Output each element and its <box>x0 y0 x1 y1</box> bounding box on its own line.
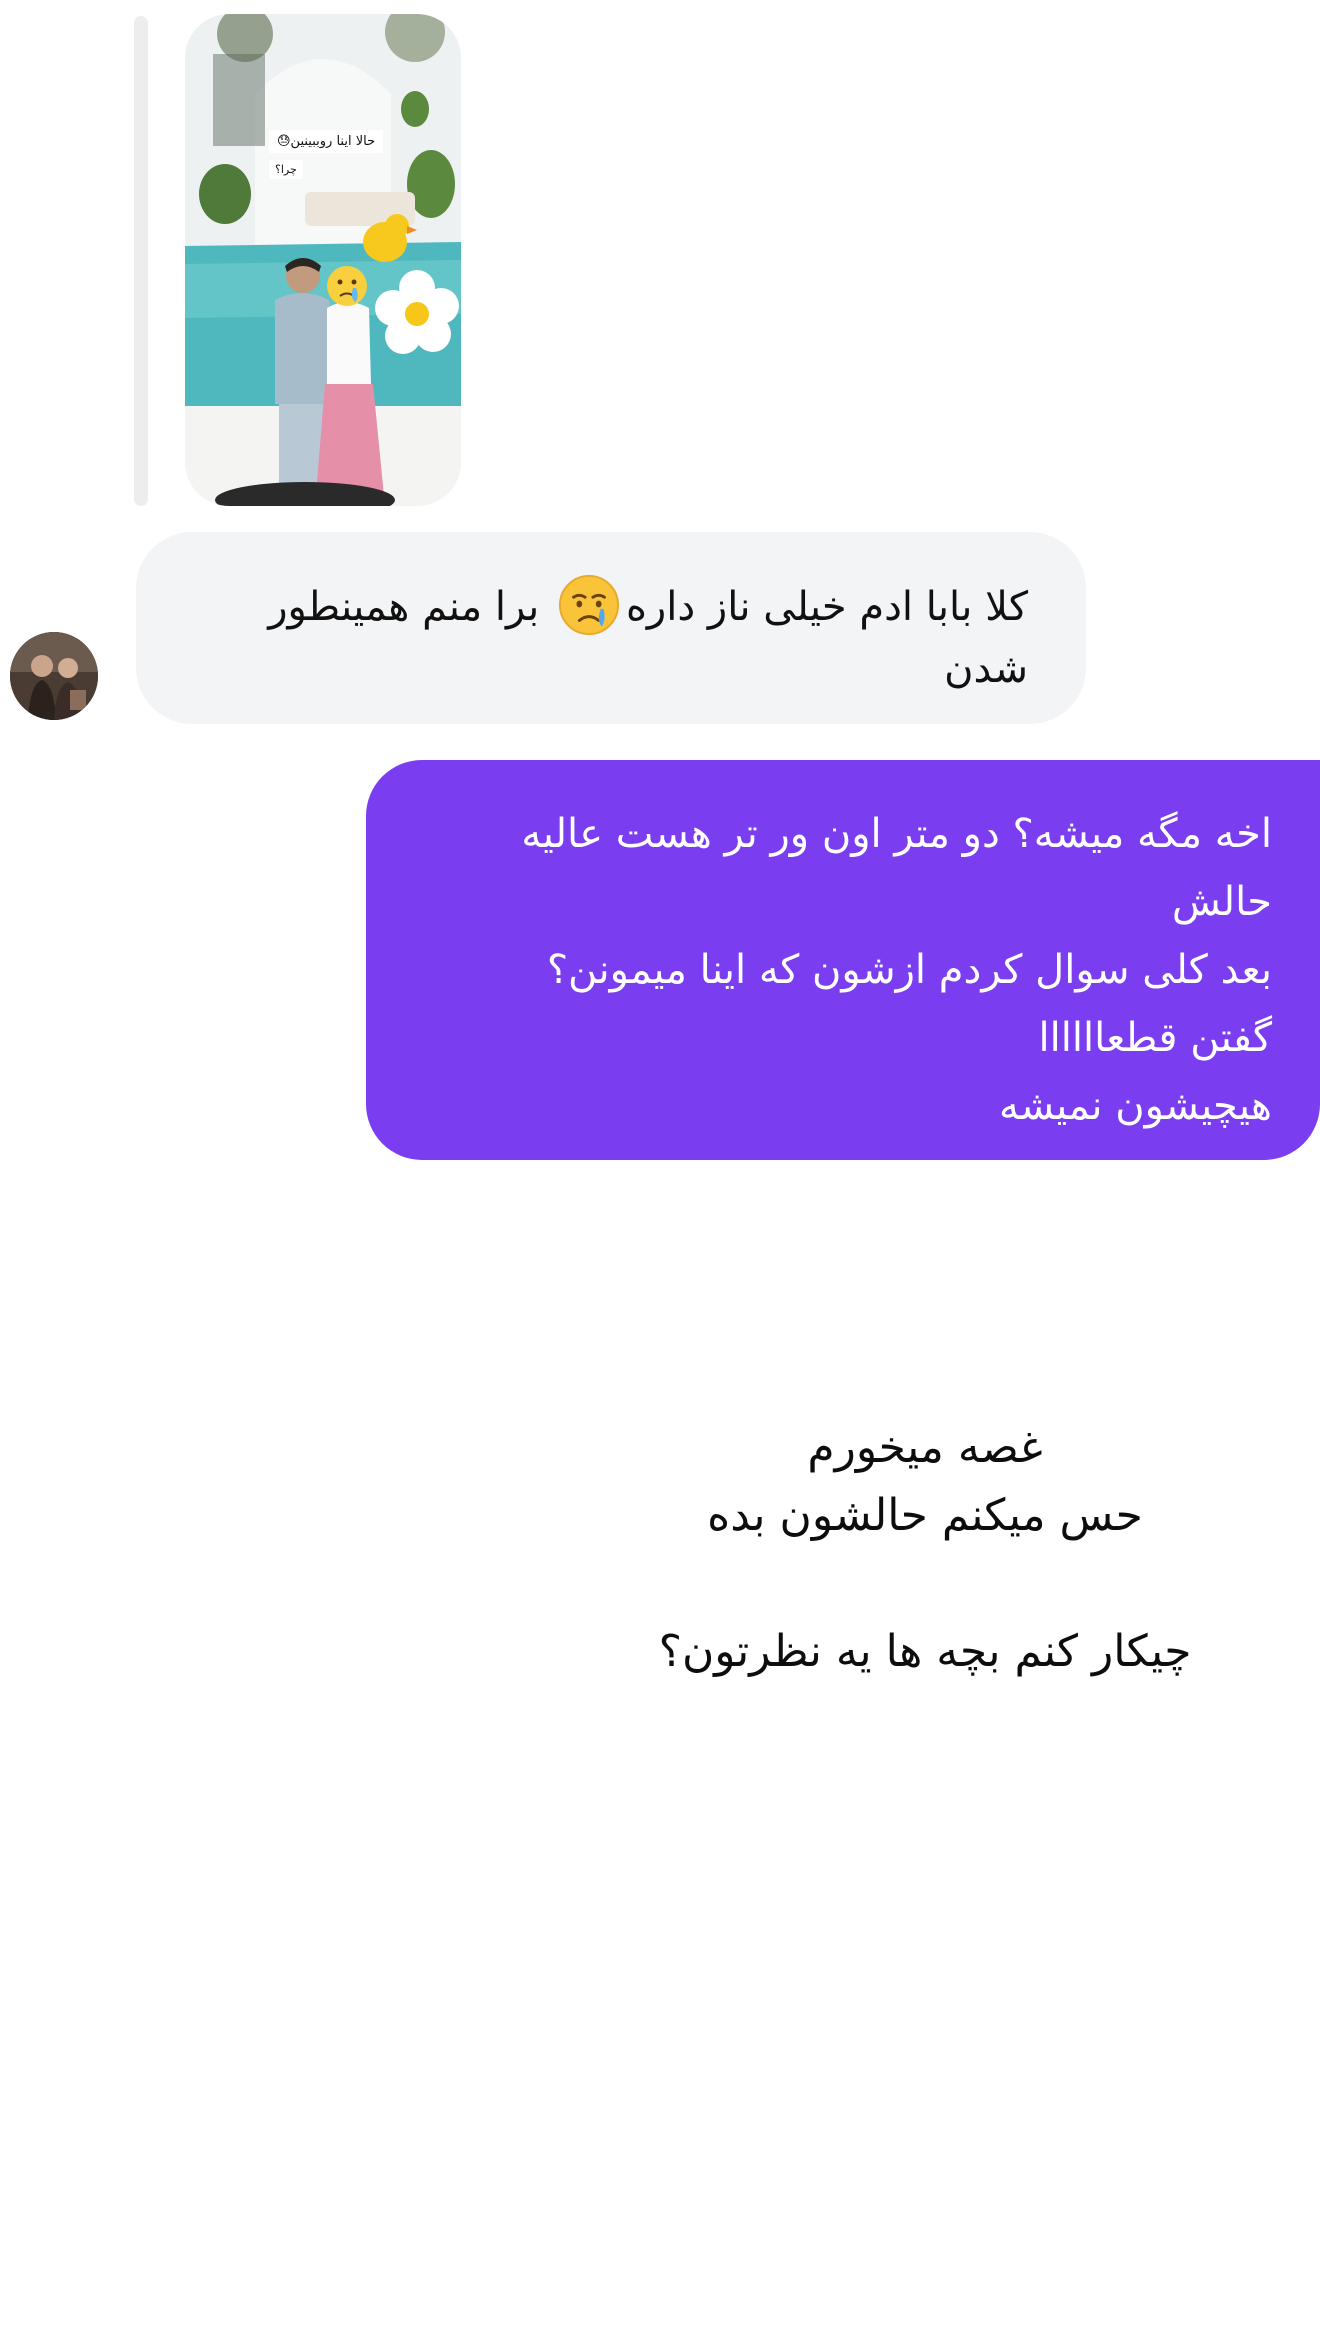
overlay-caption-text: غصه میخورم حس میکنم حالشون بده چیکار کنم… <box>658 1422 1192 1677</box>
shared-story-thumbnail[interactable]: حالا اینا روببینین😓 چرا؟ <box>185 14 461 506</box>
story-photo <box>185 14 461 506</box>
story-caption-line2: چرا؟ <box>269 160 303 179</box>
avatar-image <box>10 632 98 720</box>
outgoing-message-bubble[interactable]: اخه مگه میشه؟ دو متر اون ور تر هست عالیه… <box>366 760 1320 1160</box>
incoming-message-text-part1: کلا بابا ادم خیلی ناز داره <box>625 584 1028 630</box>
incoming-message-bubble[interactable]: کلا بابا ادم خیلی ناز داره برا منم همینط… <box>136 532 1086 724</box>
sender-avatar[interactable] <box>10 632 98 720</box>
reply-thread-line <box>134 16 148 506</box>
crying-face-icon <box>558 574 619 636</box>
story-caption-line1: حالا اینا روببینین😓 <box>269 130 384 153</box>
